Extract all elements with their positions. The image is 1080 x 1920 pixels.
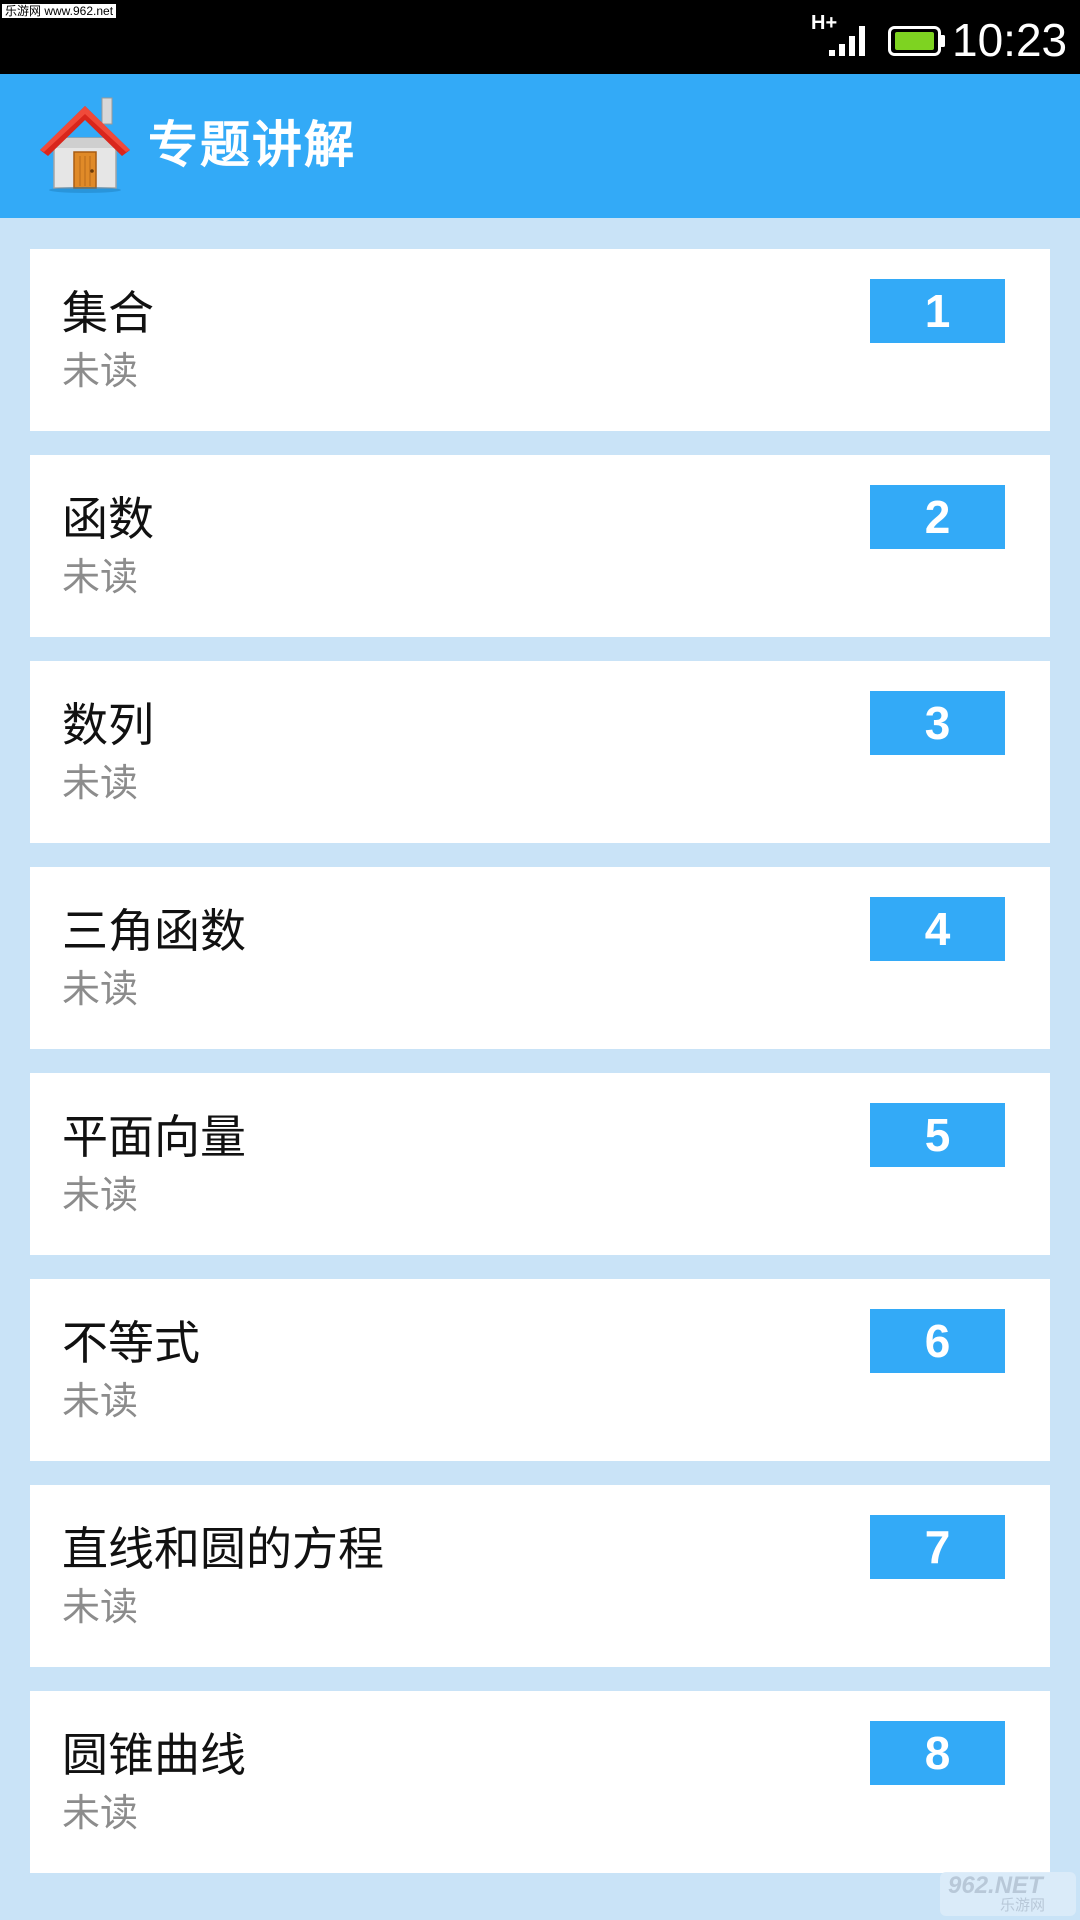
topic-title: 数列 xyxy=(62,698,154,752)
topic-number-badge: 1 xyxy=(870,279,1005,343)
topic-item[interactable]: 不等式 未读 6 xyxy=(30,1279,1050,1461)
topic-title: 平面向量 xyxy=(62,1110,246,1164)
topic-title: 函数 xyxy=(62,492,154,546)
home-icon[interactable] xyxy=(36,94,134,194)
read-status: 未读 xyxy=(62,761,139,805)
app-bar: 专题讲解 xyxy=(0,74,1080,218)
topic-item[interactable]: 圆锥曲线 未读 8 xyxy=(30,1691,1050,1873)
topic-item[interactable]: 数列 未读 3 xyxy=(30,661,1050,843)
topic-number-badge: 8 xyxy=(870,1721,1005,1785)
watermark-logo: 962.NET 乐游网 xyxy=(940,1872,1076,1916)
read-status: 未读 xyxy=(62,1585,139,1629)
topic-number-badge: 6 xyxy=(870,1309,1005,1373)
topic-list: 集合 未读 1 函数 未读 2 数列 未读 3 三角函数 未读 4 平面向量 未… xyxy=(30,249,1050,1897)
page-title: 专题讲解 xyxy=(148,116,356,174)
watermark-text: 乐游网 www.962.net xyxy=(2,4,117,18)
read-status: 未读 xyxy=(62,1173,139,1217)
battery-icon xyxy=(888,26,945,56)
topic-title: 集合 xyxy=(62,286,154,340)
topic-number-badge: 5 xyxy=(870,1103,1005,1167)
watermark-logo-sub: 乐游网 xyxy=(1000,1896,1046,1914)
topic-number-badge: 4 xyxy=(870,897,1005,961)
read-status: 未读 xyxy=(62,1791,139,1835)
topic-item[interactable]: 集合 未读 1 xyxy=(30,249,1050,431)
topic-item[interactable]: 平面向量 未读 5 xyxy=(30,1073,1050,1255)
topic-number-badge: 7 xyxy=(870,1515,1005,1579)
read-status: 未读 xyxy=(62,1379,139,1423)
status-clock: 10:23 xyxy=(952,14,1068,66)
read-status: 未读 xyxy=(62,349,139,393)
status-bar: 乐游网 www.962.net H+ 10:23 xyxy=(0,0,1080,74)
topic-title: 不等式 xyxy=(62,1316,200,1370)
topic-item[interactable]: 直线和圆的方程 未读 7 xyxy=(30,1485,1050,1667)
topic-number-badge: 2 xyxy=(870,485,1005,549)
read-status: 未读 xyxy=(62,555,139,599)
topic-title: 三角函数 xyxy=(62,904,246,958)
cell-signal-icon xyxy=(829,26,865,56)
topic-number-badge: 3 xyxy=(870,691,1005,755)
topic-item[interactable]: 函数 未读 2 xyxy=(30,455,1050,637)
topic-title: 直线和圆的方程 xyxy=(62,1522,384,1576)
read-status: 未读 xyxy=(62,967,139,1011)
topic-item[interactable]: 三角函数 未读 4 xyxy=(30,867,1050,1049)
topic-title: 圆锥曲线 xyxy=(62,1728,246,1782)
